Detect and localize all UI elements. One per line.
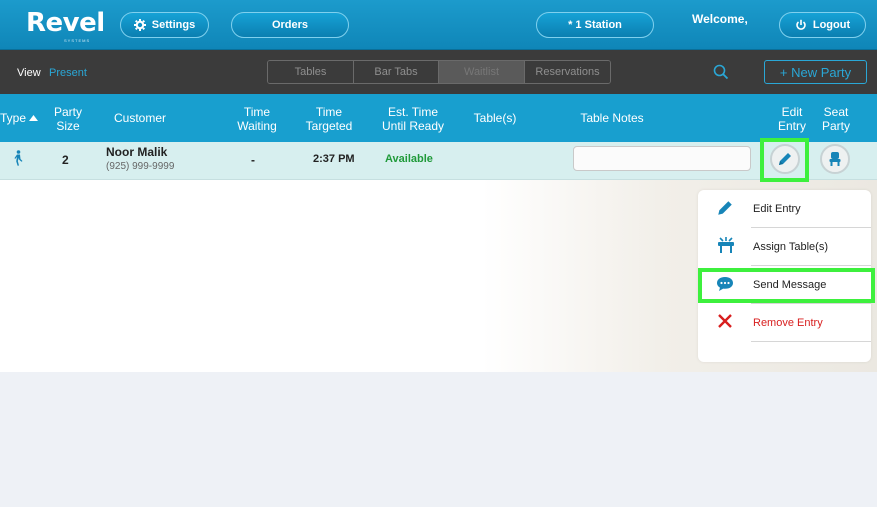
column-seat-party: Seat Party (814, 105, 858, 133)
column-time-targeted-line1: Time (315, 105, 343, 119)
tab-reservations[interactable]: Reservations (525, 61, 610, 83)
gear-icon (133, 19, 146, 31)
time-targeted-value: 2:37 PM (313, 153, 355, 165)
view-bar: View Present Tables Bar Tabs Waitlist Re… (0, 50, 877, 94)
tab-waitlist[interactable]: Waitlist (439, 61, 525, 83)
divider (751, 341, 871, 342)
menu-item-assign-tables[interactable]: Assign Table(s) (698, 228, 871, 266)
column-time-targeted: Time Targeted (298, 105, 360, 133)
logout-label: Logout (812, 19, 851, 31)
column-seat-party-line2: Party (821, 119, 850, 133)
logo-subtitle: SYSTEMS (64, 38, 91, 43)
tab-tables[interactable]: Tables (268, 61, 354, 83)
send-message-highlight (698, 268, 875, 303)
customer-phone: (925) 999-9999 (106, 161, 175, 172)
welcome-text: Welcome, (692, 12, 748, 26)
tab-bar-tabs[interactable]: Bar Tabs (354, 61, 439, 83)
status-available: Available (385, 153, 433, 165)
edit-entry-button[interactable] (770, 144, 800, 174)
settings-button[interactable]: Settings (120, 12, 209, 38)
column-party-size-line2: Size (56, 119, 80, 133)
table-notes-input[interactable] (573, 146, 751, 171)
column-est-time-line2: Until Ready (381, 119, 445, 133)
logout-button[interactable]: Logout (779, 12, 866, 38)
column-time-waiting: Time Waiting (226, 105, 288, 133)
column-type-label: Type (0, 111, 27, 125)
column-edit-entry-line1: Edit (781, 105, 803, 119)
column-est-time-line1: Est. Time (387, 105, 438, 119)
column-edit-entry: Edit Entry (770, 105, 814, 133)
pencil-icon (779, 153, 791, 165)
seat-icon (829, 152, 841, 166)
column-edit-entry-line2: Entry (777, 119, 806, 133)
column-tables: Table(s) (473, 111, 517, 125)
view-label: View (17, 67, 41, 79)
search-icon[interactable] (713, 64, 729, 80)
column-party-size: Party Size (45, 105, 91, 133)
column-time-waiting-line1: Time (243, 105, 271, 119)
new-party-button[interactable]: + New Party (764, 60, 867, 84)
menu-item-label: Assign Table(s) (753, 241, 828, 253)
station-label: * 1 Station (568, 19, 622, 31)
pencil-icon (718, 201, 732, 215)
column-table-notes: Table Notes (580, 111, 644, 125)
time-waiting-value: - (251, 153, 255, 167)
orders-label: Orders (271, 19, 309, 31)
revel-logo: Revel (26, 8, 105, 38)
seat-party-button[interactable] (820, 144, 850, 174)
station-button[interactable]: * 1 Station (536, 12, 654, 38)
column-seat-party-line1: Seat (823, 105, 849, 119)
menu-item-edit-entry[interactable]: Edit Entry (698, 190, 871, 228)
menu-item-label: Edit Entry (753, 203, 801, 215)
party-size-value: 2 (62, 153, 69, 167)
close-icon (718, 314, 732, 328)
column-time-targeted-line2: Targeted (305, 119, 353, 133)
table-header: Type Party Size Customer Time Waiting Ti… (0, 94, 877, 142)
column-type[interactable]: Type (0, 111, 40, 125)
column-time-waiting-line2: Waiting (237, 119, 277, 133)
table-icon (718, 237, 734, 253)
customer-name: Noor Malik (106, 145, 168, 159)
menu-item-label: Remove Entry (753, 317, 823, 329)
sort-ascending-icon (29, 115, 39, 121)
settings-label: Settings (151, 19, 196, 31)
view-tabs: Tables Bar Tabs Waitlist Reservations (267, 60, 611, 84)
column-est-time: Est. Time Until Ready (372, 105, 454, 133)
view-selector[interactable]: Present (49, 67, 87, 79)
orders-button[interactable]: Orders (231, 12, 349, 38)
column-customer: Customer (113, 111, 166, 125)
menu-item-remove-entry[interactable]: Remove Entry (698, 304, 871, 342)
power-icon (796, 19, 806, 30)
walk-in-icon (14, 150, 23, 166)
column-party-size-line1: Party (53, 105, 82, 119)
top-bar: Revel SYSTEMS Settings Orders * 1 Statio… (0, 0, 877, 50)
